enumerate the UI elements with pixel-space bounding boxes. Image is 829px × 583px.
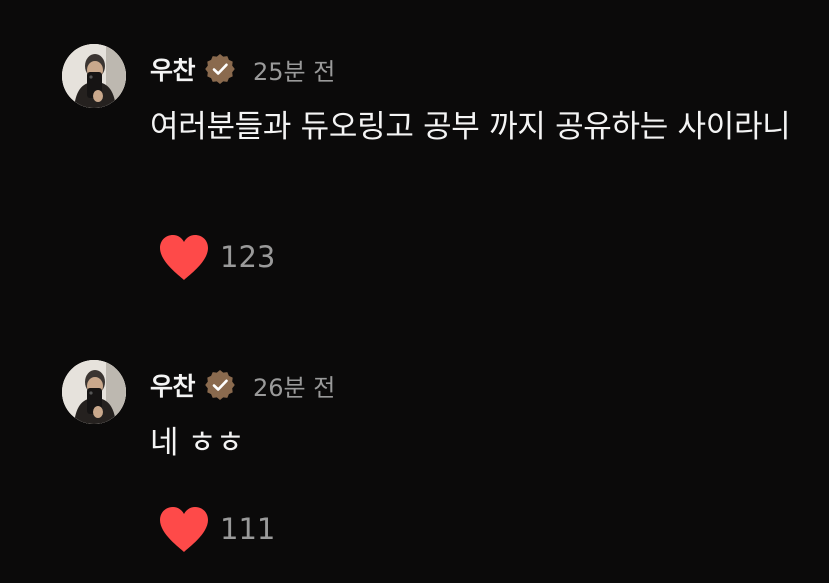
like-button[interactable]: 111 — [156, 504, 275, 554]
username[interactable]: 우찬 — [150, 367, 196, 403]
comment-header: 우찬 25분 전 — [150, 52, 335, 86]
comment-text: 네 ㅎㅎ — [150, 425, 245, 461]
timestamp: 25분 전 — [253, 57, 336, 86]
avatar-image — [62, 360, 126, 424]
like-count: 123 — [220, 240, 276, 274]
like-button[interactable]: 123 — [156, 232, 275, 282]
verified-badge-icon — [203, 52, 237, 86]
avatar-image — [62, 44, 126, 108]
comment-text: 여러분들과 듀오링고 공부 까지 공유하는 사이라니 — [150, 109, 791, 145]
timestamp: 26분 전 — [253, 373, 336, 402]
comment-header: 우찬 26분 전 — [150, 368, 335, 402]
avatar[interactable] — [62, 360, 126, 424]
avatar[interactable] — [62, 44, 126, 108]
verified-badge-icon — [203, 368, 237, 402]
heart-icon[interactable] — [156, 232, 212, 282]
username[interactable]: 우찬 — [150, 51, 196, 87]
heart-icon[interactable] — [156, 504, 212, 554]
like-count: 111 — [220, 512, 276, 546]
